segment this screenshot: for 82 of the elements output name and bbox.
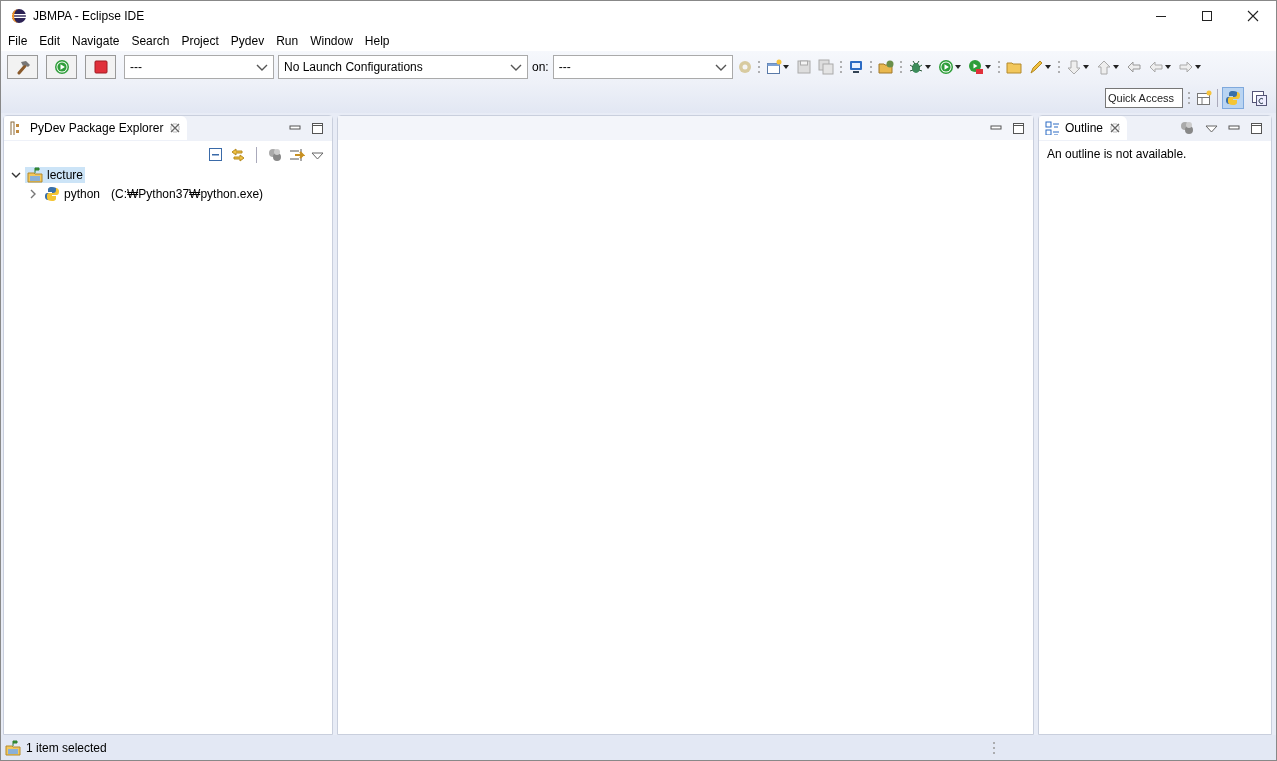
- menu-item[interactable]: Edit: [33, 34, 67, 48]
- menu-item[interactable]: Pydev: [224, 34, 271, 48]
- caret-icon: [1081, 64, 1090, 70]
- view-menu-icon[interactable]: [1205, 123, 1218, 133]
- caret-icon: [953, 64, 962, 70]
- dots-icon[interactable]: [267, 147, 283, 163]
- status-text: 1 item selected: [26, 740, 107, 755]
- maximize-icon[interactable]: [1012, 121, 1025, 135]
- collapse-all-icon[interactable]: [208, 147, 224, 163]
- maximize-icon[interactable]: [1250, 121, 1263, 135]
- window-title: JBMPA - Eclipse IDE: [33, 9, 145, 23]
- arrow-left-icon: [1147, 59, 1164, 75]
- close-icon: [1246, 9, 1260, 23]
- interpreter-path: (C:₩Python37₩python.exe): [111, 186, 264, 201]
- python-logo-icon: [44, 185, 60, 202]
- stop-icon: [92, 59, 109, 75]
- project-folder-icon: [27, 166, 43, 183]
- grip-icon: [992, 739, 996, 756]
- python-logo-icon: [1225, 90, 1241, 106]
- play-icon: [937, 59, 954, 75]
- menu-item[interactable]: Project: [175, 34, 225, 48]
- filter-arrows-icon[interactable]: [289, 147, 305, 163]
- outline-icon: [1045, 121, 1059, 135]
- caret-icon: [1163, 64, 1172, 70]
- view-tab[interactable]: Outline: [1039, 116, 1128, 140]
- monitor-icon: [847, 59, 864, 75]
- launch-configuration-dropdown[interactable]: No Launch Configurations: [278, 55, 528, 79]
- arrow-left-icon: [1125, 59, 1142, 75]
- arrow-up-icon: [1095, 59, 1112, 75]
- folder-icon: [1005, 59, 1022, 75]
- caret-icon: [1111, 64, 1120, 70]
- separator-grip-icon: [868, 59, 873, 75]
- arrow-right-icon: [1177, 59, 1194, 75]
- menu-item[interactable]: File: [2, 34, 34, 48]
- target-label: on:: [532, 60, 549, 74]
- folder-icon: [877, 59, 894, 75]
- menu-item[interactable]: Search: [125, 34, 176, 48]
- caret-icon: [923, 64, 932, 70]
- tree-item[interactable]: lecture: [25, 166, 86, 183]
- outline-message: An outline is not available.: [1046, 146, 1188, 163]
- tree-item[interactable]: python: [42, 185, 103, 202]
- windows-c-icon: [1251, 90, 1267, 106]
- save-icon: [795, 59, 812, 75]
- launch-mode-dropdown[interactable]: ---: [124, 55, 274, 79]
- maximize-icon[interactable]: [311, 121, 324, 135]
- eclipse-logo-icon: [11, 8, 27, 24]
- separator-grip-icon: [756, 59, 761, 75]
- stop-button[interactable]: [85, 55, 116, 79]
- new-window-icon: [765, 59, 782, 75]
- link-arrows-icon[interactable]: [230, 147, 246, 163]
- project-icon: [5, 739, 21, 756]
- python-perspective-button[interactable]: [1222, 87, 1244, 109]
- menu-item[interactable]: Help: [358, 34, 396, 48]
- launch-target-dropdown[interactable]: ---: [552, 55, 733, 79]
- window-plus-icon: [1196, 90, 1212, 106]
- bug-icon: [907, 59, 924, 75]
- build-button[interactable]: [7, 55, 38, 79]
- launch-button[interactable]: [46, 55, 77, 79]
- quick-access-field[interactable]: Quick Access: [1105, 88, 1183, 108]
- close-icon[interactable]: [1109, 122, 1122, 134]
- view-tab[interactable]: PyDev Package Explorer: [4, 116, 188, 140]
- separator-grip-icon: [1056, 59, 1061, 75]
- menu-item[interactable]: Run: [270, 34, 305, 48]
- menu-item[interactable]: Window: [304, 34, 359, 48]
- arrow-down-icon: [1065, 59, 1082, 75]
- save-all-icon: [817, 59, 834, 75]
- maximize-icon: [1200, 9, 1214, 23]
- caret-icon: [1043, 64, 1052, 70]
- play-icon: [53, 59, 70, 75]
- minimize-icon: [1156, 15, 1166, 17]
- separator-grip-icon: [1187, 90, 1191, 106]
- caret-icon: [983, 64, 992, 70]
- caret-icon: [781, 64, 790, 70]
- close-icon[interactable]: [169, 122, 182, 134]
- separator-grip-icon: [996, 59, 1001, 75]
- separator-grip-icon: [838, 59, 843, 75]
- caret-icon: [1193, 64, 1202, 70]
- view-menu-icon[interactable]: [311, 150, 324, 160]
- menu-item[interactable]: Navigate: [66, 34, 126, 48]
- separator-grip-icon: [898, 59, 903, 75]
- dots-icon[interactable]: [1179, 120, 1195, 136]
- pen-icon: [1027, 59, 1044, 75]
